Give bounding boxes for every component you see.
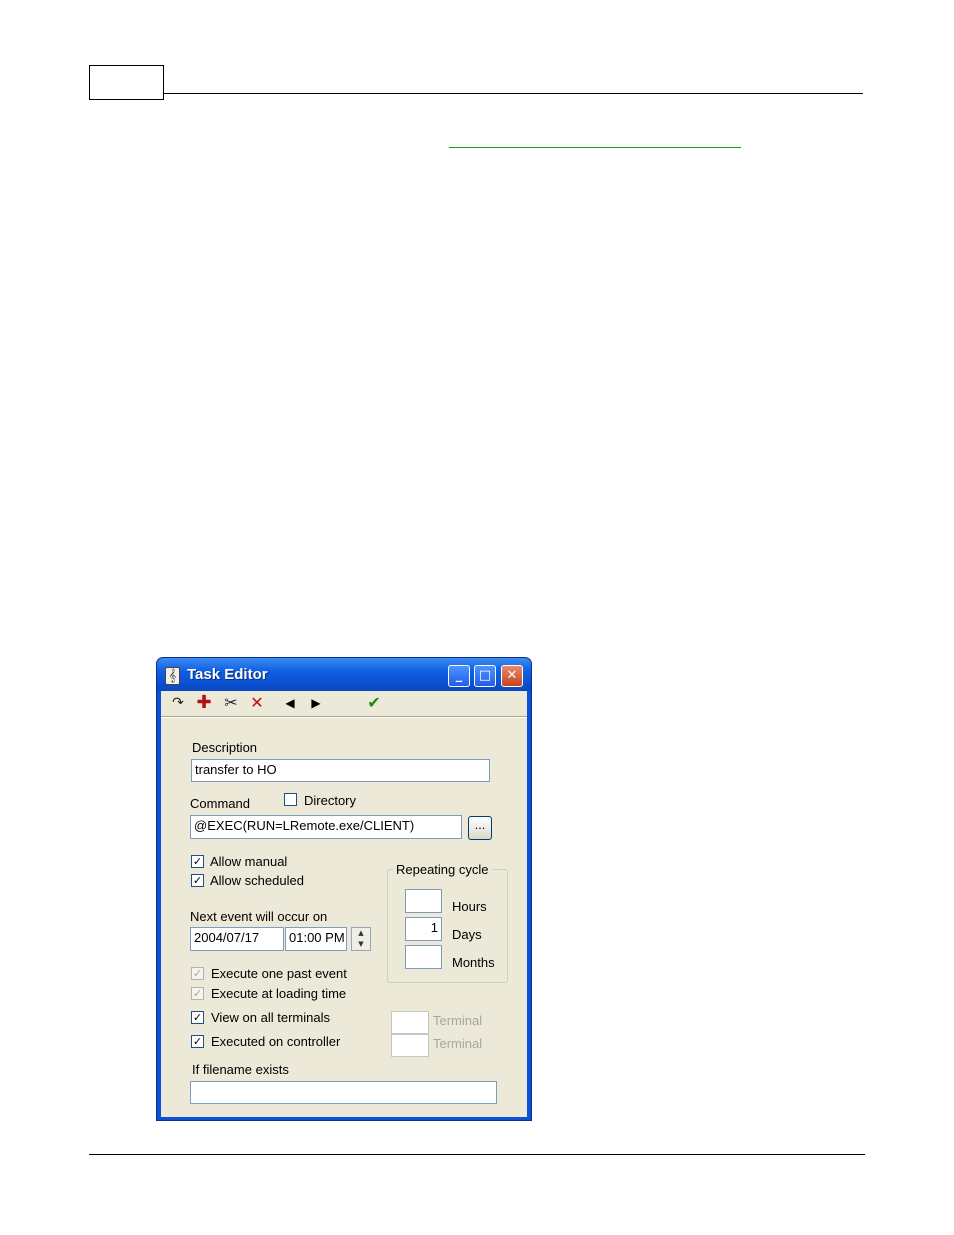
allow-manual-label: Allow manual xyxy=(210,854,288,869)
days-input[interactable]: 1 xyxy=(405,917,442,941)
repeat-arrow-icon[interactable]: ↷ xyxy=(169,694,187,712)
terminal-label-1: Terminal xyxy=(433,1013,483,1028)
execute-past-checkbox[interactable]: ✓ xyxy=(191,967,204,980)
command-input[interactable]: @EXEC(RUN=LRemote.exe/CLIENT) xyxy=(190,815,462,839)
allow-manual-checkbox[interactable]: ✓ xyxy=(191,855,204,868)
header-rule xyxy=(164,93,863,94)
view-all-terminals-label: View on all terminals xyxy=(211,1010,330,1025)
prev-icon[interactable]: ◀ xyxy=(283,694,297,712)
next-icon[interactable]: ▶ xyxy=(309,694,323,712)
add-icon[interactable]: ✚ xyxy=(194,694,214,712)
execute-loading-checkbox[interactable]: ✓ xyxy=(191,987,204,1000)
allow-scheduled-checkbox[interactable]: ✓ xyxy=(191,874,204,887)
minimize-button[interactable]: _ xyxy=(448,665,470,687)
allow-scheduled-label: Allow scheduled xyxy=(210,873,304,888)
hyperlink-underline[interactable] xyxy=(449,147,741,148)
description-input[interactable]: transfer to HO xyxy=(191,759,490,782)
description-label: Description xyxy=(192,740,258,755)
browse-button[interactable]: ... xyxy=(468,816,492,840)
time-spinner[interactable]: ▲ ▼ xyxy=(351,927,371,951)
app-icon: 𝄞 xyxy=(165,667,180,685)
hours-input[interactable] xyxy=(405,889,442,913)
hours-label: Hours xyxy=(452,899,487,914)
page-number-box xyxy=(89,65,164,100)
title-bar[interactable]: 𝄞 Task Editor _ □ ✕ xyxy=(157,658,531,691)
terminal-input-1 xyxy=(391,1011,429,1034)
task-editor-window: 𝄞 Task Editor _ □ ✕ ↷ ✚ ✂ ✕ ◀ ▶ ✔ Descri… xyxy=(156,657,532,1121)
confirm-icon[interactable]: ✔ xyxy=(365,694,383,712)
date-input[interactable]: 2004/07/17 xyxy=(190,927,284,951)
time-input[interactable]: 01:00 PM xyxy=(285,927,347,951)
filename-input[interactable] xyxy=(190,1081,497,1104)
terminal-label-2: Terminal xyxy=(433,1036,483,1051)
executed-controller-checkbox[interactable]: ✓ xyxy=(191,1035,204,1048)
footer-rule xyxy=(89,1154,865,1155)
toolbar: ↷ ✚ ✂ ✕ ◀ ▶ ✔ xyxy=(161,691,527,717)
next-event-label: Next event will occur on xyxy=(190,909,328,924)
execute-loading-label: Execute at loading time xyxy=(211,986,347,1001)
months-input[interactable] xyxy=(405,945,442,969)
directory-label: Directory xyxy=(304,793,357,808)
delete-icon[interactable]: ✕ xyxy=(248,694,266,712)
cut-icon[interactable]: ✂ xyxy=(223,694,239,712)
executed-controller-label: Executed on controller xyxy=(211,1034,341,1049)
spin-up-icon[interactable]: ▲ xyxy=(352,928,370,939)
directory-checkbox[interactable] xyxy=(284,793,297,806)
execute-past-label: Execute one past event xyxy=(211,966,347,981)
days-label: Days xyxy=(452,927,482,942)
terminal-input-2 xyxy=(391,1034,429,1057)
window-title: Task Editor xyxy=(187,666,268,683)
filename-label: If filename exists xyxy=(192,1062,289,1077)
command-label: Command xyxy=(190,796,250,811)
repeating-cycle-label: Repeating cycle xyxy=(393,862,492,877)
months-label: Months xyxy=(452,955,495,970)
dialog-client-area: ↷ ✚ ✂ ✕ ◀ ▶ ✔ Description transfer to HO… xyxy=(161,691,527,1117)
close-button[interactable]: ✕ xyxy=(501,665,523,687)
view-all-terminals-checkbox[interactable]: ✓ xyxy=(191,1011,204,1024)
maximize-button[interactable]: □ xyxy=(474,665,496,687)
spin-down-icon[interactable]: ▼ xyxy=(352,939,370,950)
